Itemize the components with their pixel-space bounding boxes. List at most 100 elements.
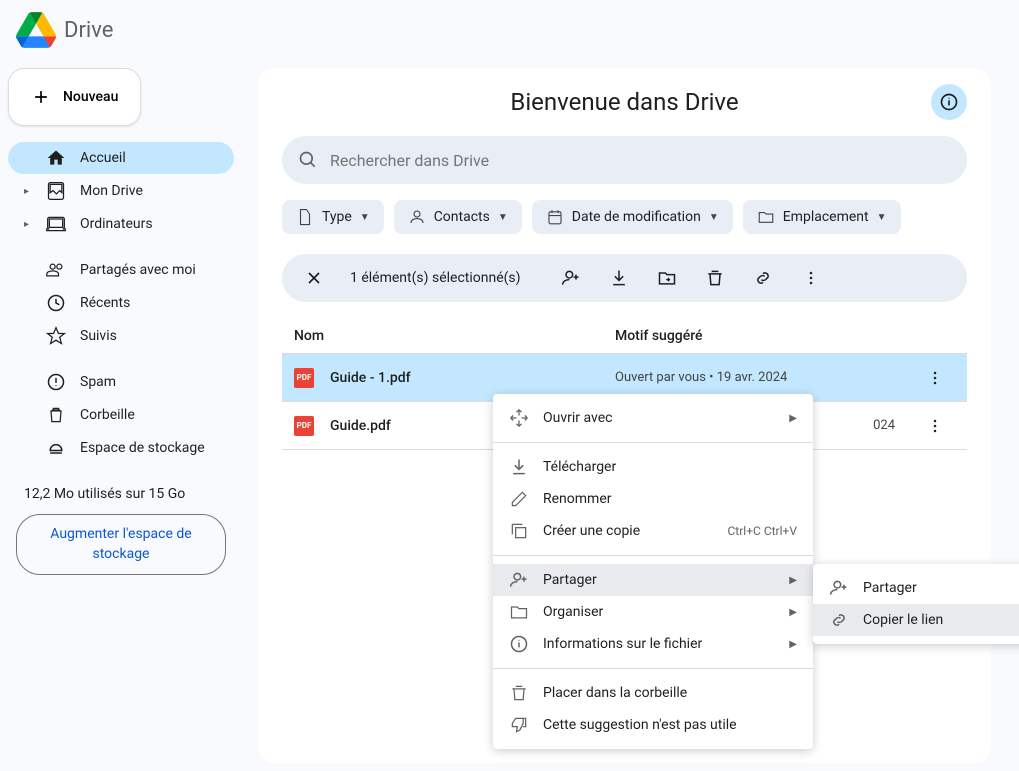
chip-location[interactable]: Emplacement ▼ — [743, 200, 901, 234]
menu-trash[interactable]: Placer dans la corbeille — [493, 677, 813, 709]
sidebar-item-starred[interactable]: Suivis — [8, 320, 234, 352]
copy-icon — [509, 521, 529, 541]
chip-modified[interactable]: Date de modification ▼ — [532, 200, 733, 234]
new-button[interactable]: Nouveau — [8, 68, 141, 126]
plus-icon — [31, 87, 51, 107]
sidebar-item-computers[interactable]: ▸ Ordinateurs — [8, 208, 234, 240]
drive-icon — [46, 181, 66, 201]
filter-chips: Type ▼ Contacts ▼ Date de modification ▼… — [282, 200, 967, 234]
person-icon — [408, 208, 426, 226]
folder-icon — [509, 602, 529, 622]
menu-open-with[interactable]: Ouvrir avec ▶ — [493, 402, 813, 434]
search-input[interactable] — [318, 151, 951, 170]
column-name[interactable]: Nom — [294, 328, 615, 344]
upgrade-storage-button[interactable]: Augmenter l'espace de stockage — [16, 514, 226, 575]
sidebar-item-home[interactable]: Accueil — [8, 142, 234, 174]
chevron-right-icon: ▶ — [789, 639, 797, 650]
computer-icon — [46, 214, 66, 234]
column-reason[interactable]: Motif suggéré — [615, 328, 915, 344]
download-icon — [509, 457, 529, 477]
download-icon — [609, 268, 629, 288]
sidebar-item-label: Partagés avec moi — [80, 262, 196, 278]
pdf-icon: PDF — [294, 416, 314, 436]
selection-toolbar: 1 élément(s) sélectionné(s) — [282, 254, 967, 302]
expand-icon[interactable]: ▸ — [24, 186, 32, 197]
person-add-icon — [829, 578, 849, 598]
thumbs-down-icon — [509, 715, 529, 735]
share-submenu: Partager Copier le lien — [813, 564, 1019, 644]
chevron-right-icon: ▶ — [789, 413, 797, 424]
shared-icon — [46, 260, 66, 280]
download-button[interactable] — [599, 258, 639, 298]
spam-icon — [46, 372, 66, 392]
menu-copy[interactable]: Créer une copie Ctrl+C Ctrl+V — [493, 515, 813, 547]
sidebar-item-trash[interactable]: Corbeille — [8, 399, 234, 431]
sidebar-item-recent[interactable]: Récents — [8, 287, 234, 319]
trash-icon — [705, 268, 725, 288]
pdf-icon: PDF — [294, 368, 314, 388]
starred-icon — [46, 326, 66, 346]
menu-share[interactable]: Partager ▶ — [493, 564, 813, 596]
file-name: Guide - 1.pdf — [330, 370, 615, 386]
sidebar-item-label: Spam — [80, 374, 116, 390]
rename-icon — [509, 489, 529, 509]
more-button[interactable] — [791, 258, 831, 298]
expand-icon[interactable]: ▸ — [24, 219, 32, 230]
sidebar-item-label: Espace de stockage — [80, 440, 205, 456]
menu-rename[interactable]: Renommer — [493, 483, 813, 515]
sidebar-item-label: Accueil — [80, 150, 126, 166]
chevron-down-icon: ▼ — [709, 212, 719, 223]
storage-usage-text: 12,2 Mo utilisés sur 15 Go — [8, 478, 234, 514]
move-folder-icon — [657, 268, 677, 288]
submenu-copy-link[interactable]: Copier le lien — [813, 604, 1019, 636]
info-button[interactable] — [931, 84, 967, 120]
menu-download[interactable]: Télécharger — [493, 451, 813, 483]
sidebar-item-storage[interactable]: Espace de stockage — [8, 432, 234, 464]
chip-contacts[interactable]: Contacts ▼ — [394, 200, 522, 234]
chevron-down-icon: ▼ — [877, 212, 887, 223]
person-add-icon — [509, 570, 529, 590]
person-add-icon — [561, 268, 581, 288]
sidebar-item-mydrive[interactable]: ▸ Mon Drive — [8, 175, 234, 207]
sidebar-item-label: Mon Drive — [80, 183, 143, 199]
deselect-button[interactable] — [294, 258, 334, 298]
file-reason: Ouvert par vous • 19 avr. 2024 — [615, 370, 915, 385]
sidebar-item-label: Suivis — [80, 328, 117, 344]
move-button[interactable] — [647, 258, 687, 298]
sidebar-item-label: Ordinateurs — [80, 216, 153, 232]
share-button[interactable] — [551, 258, 591, 298]
right-panel — [999, 60, 1019, 771]
open-with-icon — [509, 408, 529, 428]
search-bar[interactable] — [282, 136, 967, 184]
more-vert-icon — [925, 416, 945, 436]
table-header: Nom Motif suggéré — [282, 318, 967, 354]
row-more-button[interactable] — [915, 406, 955, 446]
chevron-right-icon: ▶ — [789, 575, 797, 586]
menu-file-info[interactable]: Informations sur le fichier ▶ — [493, 628, 813, 660]
chevron-down-icon: ▼ — [498, 212, 508, 223]
sidebar-item-shared[interactable]: Partagés avec moi — [8, 254, 234, 286]
link-button[interactable] — [743, 258, 783, 298]
search-icon — [298, 150, 318, 170]
menu-organize[interactable]: Organiser ▶ — [493, 596, 813, 628]
info-icon — [939, 92, 959, 112]
chevron-down-icon: ▼ — [360, 212, 370, 223]
sidebar-item-label: Récents — [80, 295, 130, 311]
drive-logo-icon — [16, 10, 56, 50]
trash-icon — [46, 405, 66, 425]
row-more-button[interactable] — [915, 358, 955, 398]
link-icon — [829, 610, 849, 630]
folder-icon — [757, 208, 775, 226]
close-icon — [304, 268, 324, 288]
menu-not-useful[interactable]: Cette suggestion n'est pas utile — [493, 709, 813, 741]
page-title: Bienvenue dans Drive — [318, 88, 931, 116]
file-icon — [296, 208, 314, 226]
storage-icon — [46, 438, 66, 458]
delete-button[interactable] — [695, 258, 735, 298]
sidebar-item-spam[interactable]: Spam — [8, 366, 234, 398]
link-icon — [753, 268, 773, 288]
trash-icon — [509, 683, 529, 703]
submenu-share[interactable]: Partager — [813, 572, 1019, 604]
chip-type[interactable]: Type ▼ — [282, 200, 384, 234]
logo[interactable]: Drive — [16, 10, 113, 50]
